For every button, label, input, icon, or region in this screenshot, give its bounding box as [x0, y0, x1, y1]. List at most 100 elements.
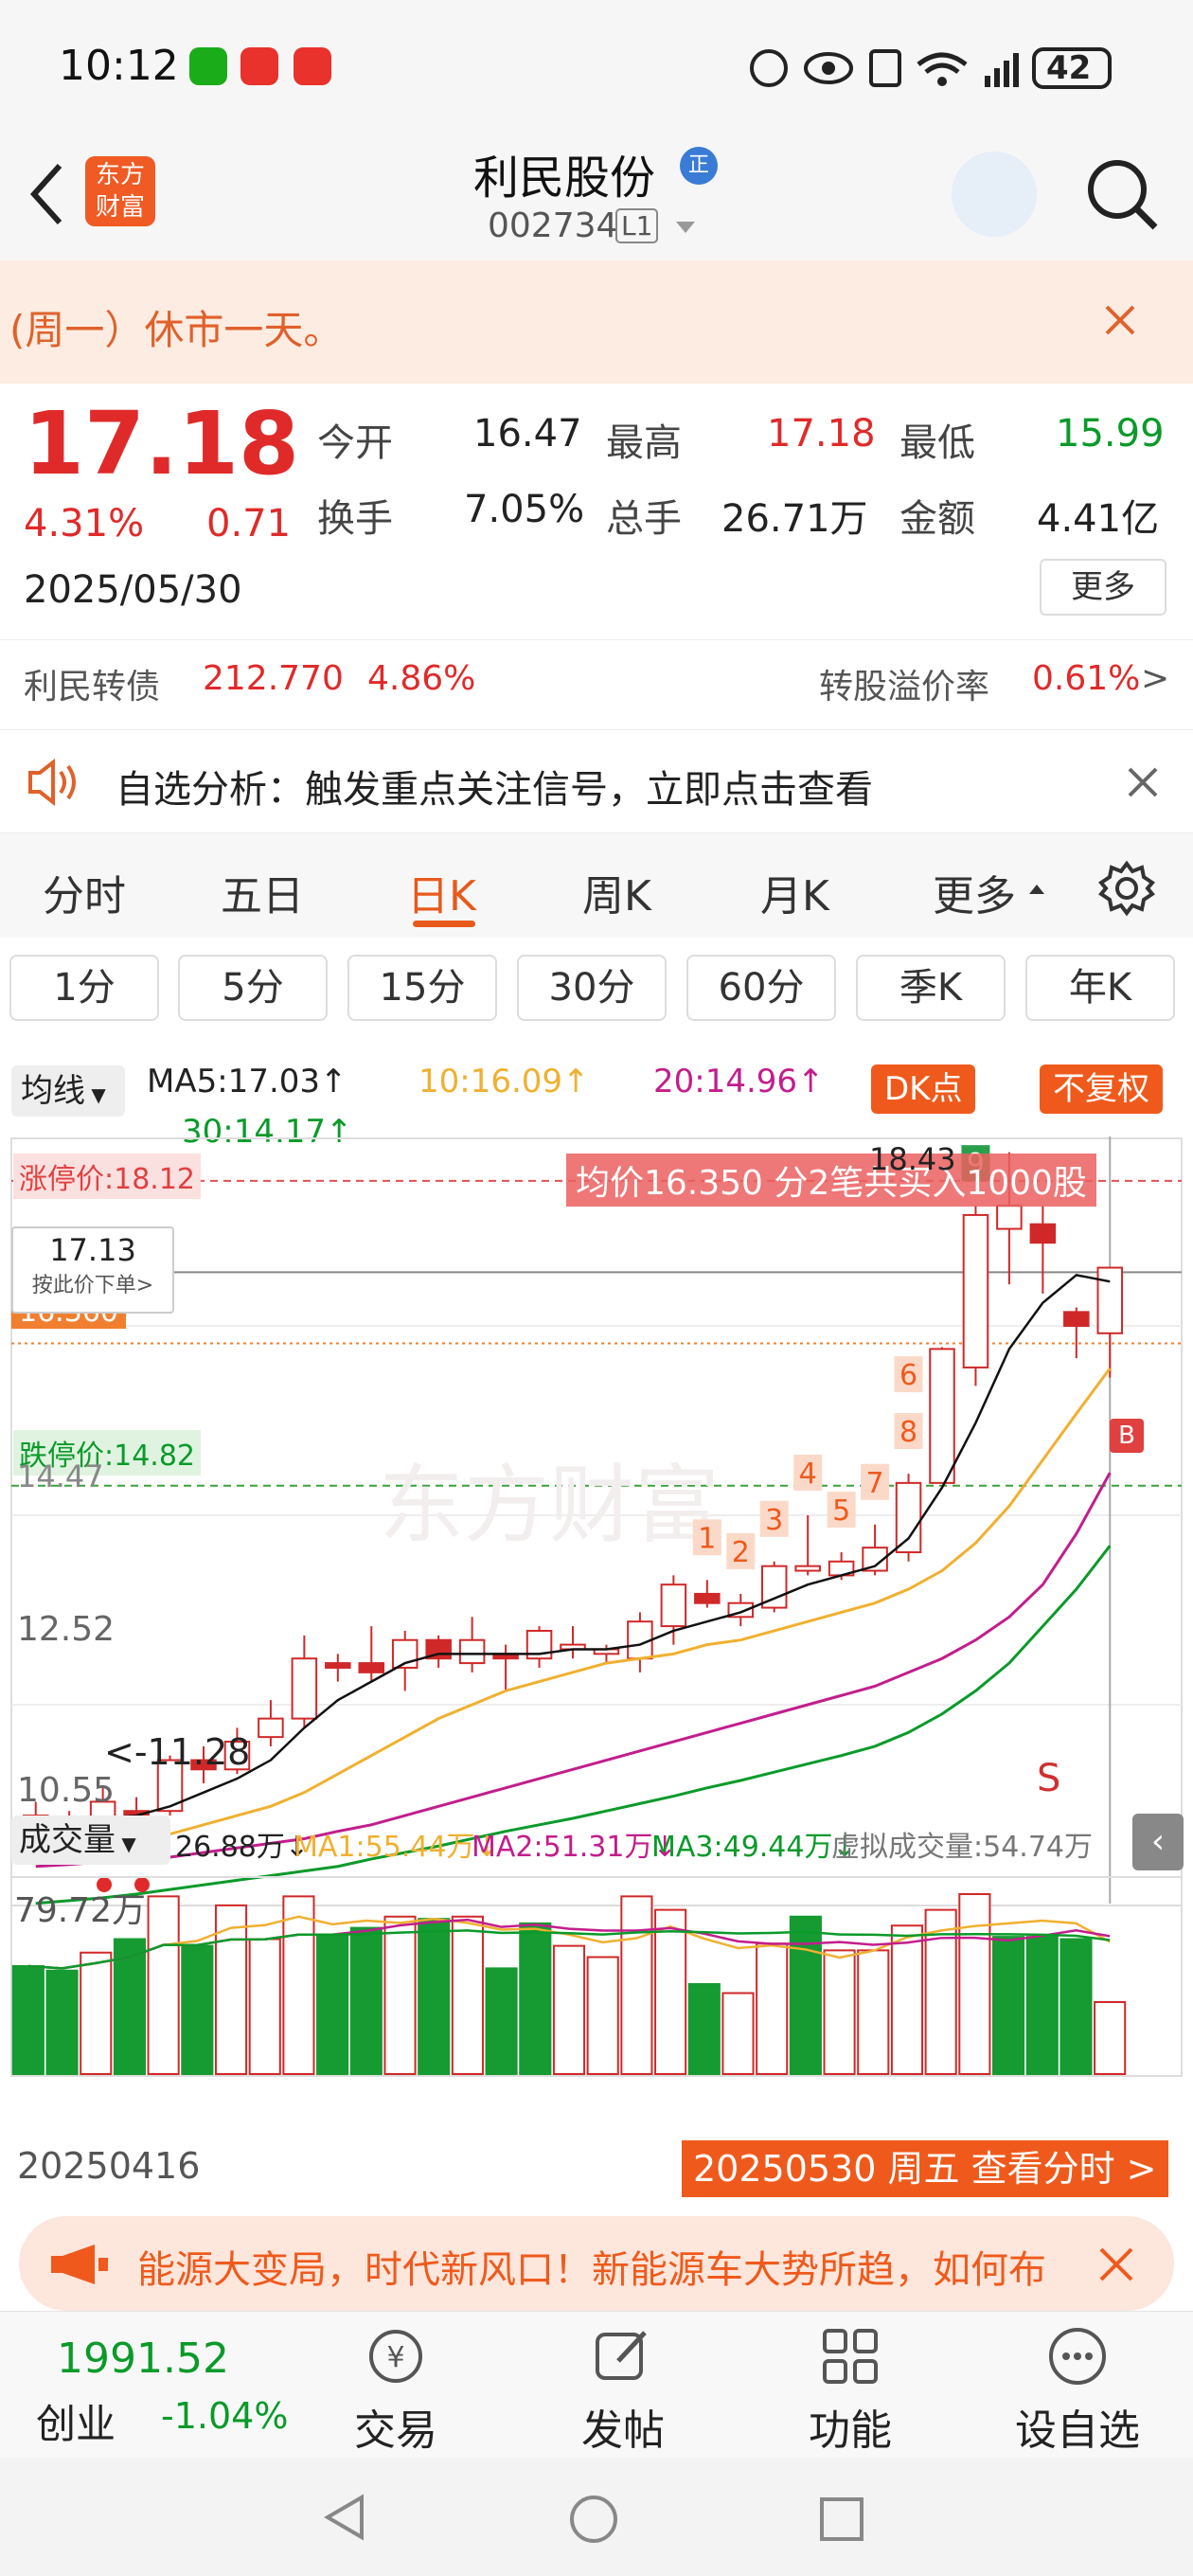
back-triangle-icon[interactable] — [322, 2494, 369, 2541]
close-icon[interactable] — [1098, 2246, 1134, 2282]
signal-banner[interactable]: 自选分析：触发重点关注信号，立即点击查看 — [0, 729, 1193, 833]
y-tick-14-47: 14.47 — [17, 1458, 104, 1494]
nav-post[interactable]: 发帖 — [557, 2396, 689, 2457]
premium-label: 转股溢价率 — [819, 668, 990, 707]
no-adjust-button[interactable]: 不复权 — [1040, 1064, 1163, 1114]
open-value: 16.47 — [473, 412, 582, 456]
collapse-panel-button[interactable]: ‹ — [1132, 1814, 1184, 1870]
cursor-price: 17.13 — [49, 1232, 136, 1268]
period-5min[interactable]: 5分 — [178, 955, 328, 1021]
search-icon[interactable] — [1084, 156, 1160, 232]
y-tick-12-52: 12.52 — [17, 1610, 116, 1649]
app-logo[interactable]: 东方 财富 — [85, 156, 155, 226]
kline-chart-area[interactable]: 均线 ▼ MA5:17.03↑ 10:16.09↑ 20:14.96↑ 30:1… — [0, 1042, 1193, 2197]
candle-up — [895, 1481, 922, 1554]
badge-icon: 正 — [680, 147, 718, 185]
period-year[interactable]: 年K — [1025, 955, 1175, 1021]
tab-timeshare[interactable]: 分时 — [43, 862, 126, 922]
signal-number: 6 — [899, 1359, 917, 1392]
volume-bar-up — [890, 1924, 924, 2075]
period-quarter[interactable]: 季K — [856, 955, 1006, 1021]
limit-up-label: 涨停价:18.12 — [13, 1154, 201, 1199]
ma10-value: 10:16.09↑ — [418, 1063, 590, 1100]
ad-banner[interactable]: 能源大变局，时代新风口！新能源车大势所趋，如何布 — [19, 2216, 1174, 2311]
change-percent: 4.31% — [24, 502, 145, 546]
signal-number: 3 — [765, 1504, 783, 1537]
volume-bar-up — [1094, 2001, 1127, 2075]
post-icon[interactable] — [592, 2325, 654, 2388]
function-icon[interactable] — [819, 2325, 881, 2388]
header: 东方 财富 利民股份 正 002734 L1 — [0, 133, 1193, 260]
level-badge: L1 — [615, 208, 659, 243]
recents-square-icon[interactable] — [818, 2496, 865, 2543]
volume-bar-up — [214, 1904, 248, 2075]
stock-code: 002734 — [488, 206, 618, 245]
notice-banner[interactable]: (周一）休市一天。 — [0, 260, 1193, 384]
tab-weekly-k[interactable]: 周K — [582, 862, 651, 922]
candle-up — [794, 1565, 821, 1572]
back-icon[interactable] — [27, 161, 64, 227]
nav-add-watchlist[interactable]: 设自选 — [1011, 2396, 1144, 2457]
period-1min[interactable]: 1分 — [9, 955, 159, 1021]
period-15min[interactable]: 15分 — [347, 955, 497, 1021]
nav-function[interactable]: 功能 — [784, 2396, 917, 2457]
more-button[interactable]: 更多 — [1040, 559, 1166, 616]
cursor-price-box[interactable]: 17.13 按此价下单> — [11, 1226, 174, 1314]
active-tab-indicator — [413, 921, 475, 927]
tab-monthly-k[interactable]: 月K — [760, 862, 829, 922]
signal-number: 1 — [698, 1522, 716, 1555]
gear-icon[interactable] — [1098, 860, 1155, 917]
close-icon[interactable] — [1127, 766, 1159, 798]
trade-icon[interactable]: ¥ — [365, 2325, 427, 2388]
volume-chart[interactable] — [0, 1875, 1193, 2079]
close-icon[interactable] — [1103, 303, 1137, 337]
volume-bar-up — [80, 1951, 113, 2075]
signal-number: 2 — [732, 1536, 750, 1569]
chevron-right-icon: > — [1141, 659, 1170, 698]
system-nav-bar — [0, 2458, 1193, 2576]
turnover-value: 7.05% — [464, 488, 585, 531]
view-timeshare-button[interactable]: 20250530 周五 查看分时 > — [682, 2140, 1168, 2197]
volume-selector-label: 成交量 — [19, 1821, 116, 1859]
nav-trade[interactable]: 交易 — [329, 2396, 462, 2457]
candle-down — [1063, 1311, 1090, 1328]
status-time: 10:12 — [59, 42, 179, 90]
ma20-value: 20:14.96↑ — [653, 1063, 825, 1100]
ma5-value: MA5:17.03↑ — [147, 1063, 347, 1100]
svg-text:¥: ¥ — [386, 2341, 404, 2374]
candle-up — [1096, 1266, 1124, 1334]
volume-bar-up — [654, 1908, 687, 2075]
amount-value: 4.41亿 — [1037, 497, 1160, 541]
volume-bar-down — [181, 1944, 214, 2075]
robot-assistant-icon[interactable] — [952, 152, 1037, 237]
change-amount: 0.71 — [206, 502, 292, 546]
tab-daily-k[interactable]: 日K — [407, 862, 476, 922]
app-notification-icon-2 — [294, 47, 331, 85]
volume-bar-down — [45, 1969, 79, 2075]
period-30min[interactable]: 30分 — [517, 955, 667, 1021]
volume-bar-up — [620, 1895, 653, 2075]
convertible-bond-row[interactable]: 利民转债 212.770 4.86% 转股溢价率 0.61% > — [0, 639, 1193, 724]
volume-bar-down — [11, 1965, 45, 2075]
price-chart[interactable]: 东方财富123456789 — [0, 1136, 1193, 1913]
more-dots-icon[interactable] — [1046, 2325, 1109, 2388]
home-circle-icon[interactable] — [568, 2494, 619, 2545]
period-60min[interactable]: 60分 — [686, 955, 836, 1021]
premium-value: 0.61% — [1032, 659, 1141, 698]
y-tick-10-55: 10.55 — [17, 1771, 116, 1810]
volume-bar-down — [418, 1918, 451, 2075]
chevron-down-icon[interactable] — [674, 220, 697, 235]
volume-bar-up — [823, 1949, 856, 2075]
open-label: 今开 — [317, 421, 393, 465]
cb-name: 利民转债 — [24, 668, 161, 707]
volume-bar-up — [147, 1895, 180, 2075]
ma-selector-label: 均线 — [21, 1072, 85, 1110]
tab-five-day[interactable]: 五日 — [221, 862, 304, 922]
tab-more[interactable]: 更多 — [933, 862, 1016, 922]
ma-selector[interactable]: 均线 ▼ — [11, 1065, 125, 1117]
notice-text: (周一）休市一天。 — [9, 307, 344, 353]
volume-selector[interactable]: 成交量 ▼ — [11, 1816, 170, 1865]
dk-point-button[interactable]: DK点 — [871, 1064, 976, 1114]
candle-up — [962, 1213, 989, 1368]
index-ticker[interactable]: 1991.52 创业 -1.04% — [28, 2312, 288, 2459]
